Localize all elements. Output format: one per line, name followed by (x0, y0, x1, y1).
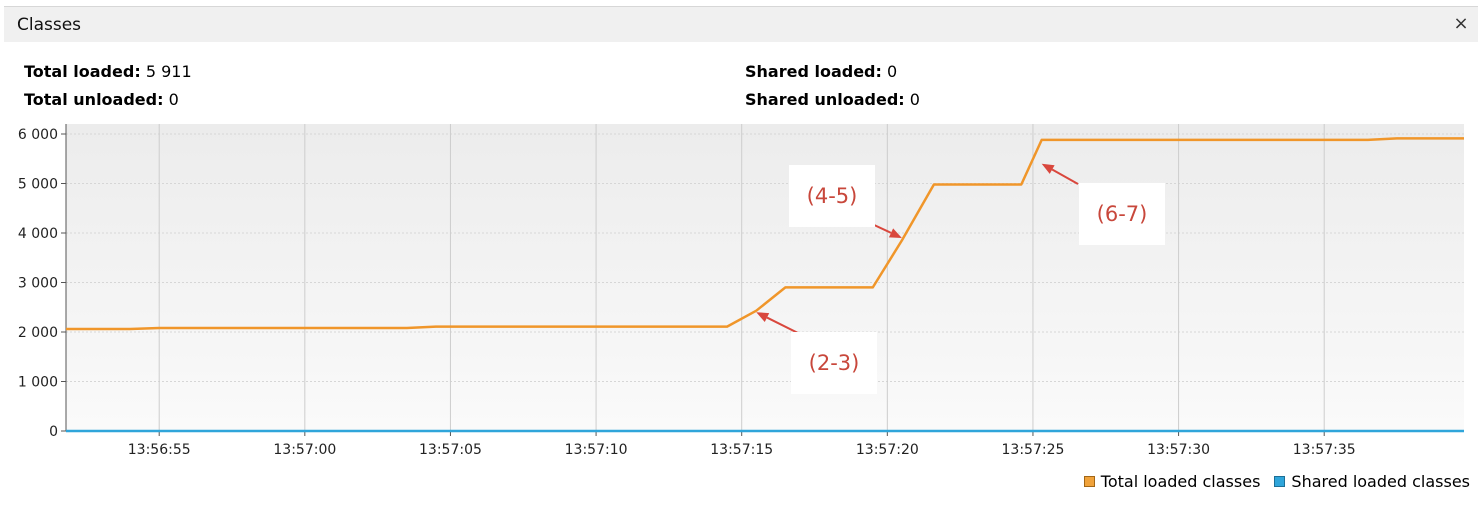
y-tick-label: 3 000 (18, 276, 58, 292)
chart-legend: Total loaded classes Shared loaded class… (1070, 470, 1470, 492)
legend-swatch-shared (1274, 475, 1286, 487)
x-tick-label: 13:56:55 (128, 442, 191, 458)
y-tick-label: 1 000 (18, 375, 58, 391)
x-tick-label: 13:57:35 (1293, 442, 1356, 458)
x-tick-label: 13:57:30 (1147, 442, 1210, 458)
legend-label-total: Total loaded classes (1100, 471, 1261, 491)
y-tick-label: 0 (49, 424, 58, 440)
x-tick-label: 13:57:10 (565, 442, 628, 458)
x-tick-label: 13:57:05 (419, 442, 482, 458)
annotation-callout: (2-3) (791, 332, 877, 394)
legend-item-shared[interactable]: Shared loaded classes (1274, 472, 1470, 491)
y-tick-label: 2 000 (18, 325, 58, 341)
x-tick-label: 13:57:20 (856, 442, 919, 458)
y-tick-label: 6 000 (18, 127, 58, 143)
annotation-callout: (6-7) (1079, 183, 1165, 245)
annotation-callout: (4-5) (789, 165, 875, 227)
x-tick-label: 13:57:00 (273, 442, 336, 458)
classes-chart: 0 1 000 2 000 3 000 4 000 5 000 6 000 13:56:55 1… (18, 124, 1464, 458)
legend-swatch-total (1083, 475, 1095, 487)
legend-label-shared: Shared loaded classes (1291, 471, 1470, 491)
legend-item-total[interactable]: Total loaded classes (1083, 471, 1261, 491)
plot-area (66, 124, 1464, 431)
y-tick-label: 4 000 (18, 226, 58, 242)
x-tick-label: 13:57:25 (1002, 442, 1065, 458)
y-tick-label: 5 000 (18, 177, 58, 193)
x-tick-label: 13:57:15 (710, 442, 773, 458)
